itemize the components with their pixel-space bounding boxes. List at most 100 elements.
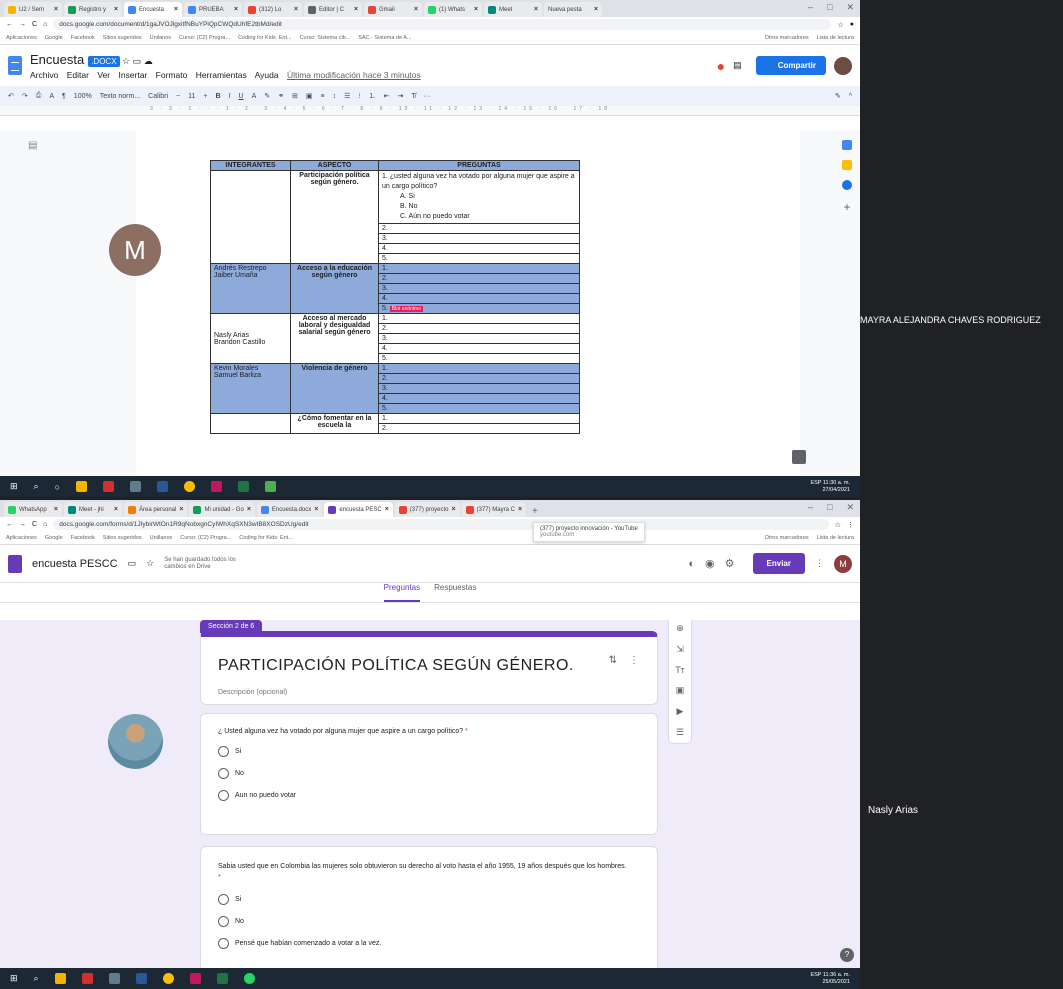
- bookmark-item[interactable]: Aplicaciones: [6, 535, 37, 541]
- file-explorer-icon[interactable]: [54, 973, 66, 984]
- minimize-icon[interactable]: –: [808, 502, 813, 513]
- close-icon[interactable]: ×: [414, 6, 418, 13]
- more-icon[interactable]: ···: [424, 93, 431, 100]
- italic-icon[interactable]: I: [229, 93, 231, 100]
- star-icon[interactable]: ☆: [835, 521, 841, 529]
- document-page[interactable]: INTEGRANTES ASPECTO PREGUNTAS Participac…: [136, 130, 800, 476]
- question-cell[interactable]: 2.: [378, 323, 580, 334]
- add-section-icon[interactable]: ☰: [676, 727, 684, 738]
- avatar[interactable]: [834, 56, 852, 75]
- bookmark-item[interactable]: Curso: (C2) Progra...: [179, 35, 230, 41]
- comments-icon[interactable]: ▤: [733, 60, 742, 71]
- top-tab[interactable]: Nueva pesta ×: [544, 2, 602, 17]
- menu-editar[interactable]: Editar: [67, 70, 89, 80]
- palette-icon[interactable]: ◐: [688, 558, 695, 570]
- bookmark-item[interactable]: Curso: Sistema cib...: [300, 35, 351, 41]
- question-cell[interactable]: 5.: [378, 403, 580, 414]
- top-tab-active[interactable]: Encuesta ×: [124, 2, 182, 17]
- indent-icon[interactable]: ⇤: [384, 92, 390, 100]
- radio-icon[interactable]: [218, 938, 229, 949]
- radio-option[interactable]: Aun no puedo votar: [218, 790, 640, 801]
- question-cell[interactable]: 2.: [378, 373, 580, 384]
- search-icon[interactable]: ⌕: [34, 481, 39, 492]
- close-icon[interactable]: ×: [385, 506, 389, 513]
- question-cell[interactable]: 3.: [378, 233, 580, 244]
- bookmark-item[interactable]: Google: [45, 535, 63, 541]
- question-cell[interactable]: 1.: [378, 263, 580, 274]
- collapse-icon[interactable]: ^: [849, 93, 852, 100]
- new-tab-icon[interactable]: +: [528, 506, 542, 517]
- preview-icon[interactable]: ◉: [705, 557, 715, 570]
- radio-option[interactable]: Pensé que habían comenzado a votar a la …: [218, 938, 627, 949]
- menu-ayuda[interactable]: Ayuda: [255, 70, 279, 80]
- members-cell[interactable]: Kevin Morales Samuel Barliza: [210, 363, 291, 414]
- comment-icon[interactable]: ⊞: [292, 92, 298, 100]
- bookmark-item[interactable]: Coding for Kids: Ent...: [239, 535, 293, 541]
- send-button[interactable]: Enviar: [752, 553, 805, 574]
- star-icon[interactable]: ☆: [122, 56, 130, 66]
- folder-icon[interactable]: ▭: [133, 56, 142, 66]
- members-cell[interactable]: [210, 170, 291, 264]
- menu-herramientas[interactable]: Herramientas: [196, 70, 247, 80]
- question-cell[interactable]: 5.: [378, 353, 580, 364]
- menu-formato[interactable]: Formato: [156, 70, 188, 80]
- question-cell[interactable]: 1. ¿usted alguna vez ha votado por algun…: [378, 170, 580, 224]
- tab-preguntas[interactable]: Preguntas: [383, 583, 421, 602]
- undo-icon[interactable]: ↶: [8, 92, 14, 100]
- radio-icon[interactable]: [218, 894, 229, 905]
- aspect-cell[interactable]: Acceso a la educación según género: [290, 263, 379, 314]
- forward-icon[interactable]: →: [19, 521, 26, 528]
- meet-present-icon[interactable]: ●: [717, 58, 725, 74]
- close-icon[interactable]: ×: [354, 6, 358, 13]
- spellcheck-icon[interactable]: A: [49, 93, 54, 100]
- home-icon[interactable]: ⌂: [43, 21, 47, 28]
- top-url-bar[interactable]: docs.google.com/document/d/1gaJVOJlgxitf…: [53, 19, 832, 30]
- windows-start-icon[interactable]: ⊞: [10, 973, 18, 984]
- font-size-plus-icon[interactable]: +: [203, 93, 207, 100]
- bookmark-item[interactable]: SAC - Sistema de A...: [358, 35, 411, 41]
- question-card[interactable]: Sabia usted que en Colombia las mujeres …: [200, 846, 658, 968]
- question-cell[interactable]: 3.: [378, 283, 580, 294]
- tasks-icon[interactable]: [842, 180, 852, 190]
- search-icon[interactable]: ⌕: [34, 973, 39, 984]
- minimize-icon[interactable]: –: [808, 2, 813, 13]
- align-icon[interactable]: ≡: [320, 93, 324, 100]
- star-icon[interactable]: ☆: [837, 21, 843, 29]
- share-button[interactable]: 👤 Compartir: [755, 56, 826, 75]
- excel-icon[interactable]: [216, 973, 228, 984]
- add-addon-icon[interactable]: +: [843, 200, 850, 214]
- bookmark-item[interactable]: Facebook: [71, 35, 95, 41]
- app-icon[interactable]: [265, 481, 277, 492]
- radio-option[interactable]: No: [218, 768, 640, 779]
- avatar[interactable]: M: [834, 554, 852, 573]
- close-icon[interactable]: ×: [174, 6, 178, 13]
- edit-mode-icon[interactable]: ✎: [835, 92, 841, 100]
- members-cell[interactable]: Andrés Restrepo Jaiber Umaña: [210, 263, 291, 314]
- star-icon[interactable]: ☆: [146, 558, 154, 569]
- maximize-icon[interactable]: □: [827, 2, 832, 13]
- close-icon[interactable]: ×: [294, 6, 298, 13]
- forward-icon[interactable]: →: [19, 21, 26, 28]
- back-icon[interactable]: ←: [6, 21, 13, 28]
- font-select[interactable]: Calibri: [148, 93, 168, 100]
- task-view-icon[interactable]: ○: [55, 482, 60, 492]
- question-cell[interactable]: 3.: [378, 333, 580, 344]
- extensions-icon[interactable]: ⋮: [847, 521, 854, 529]
- link-icon[interactable]: ⚭: [278, 92, 284, 100]
- last-edit-link[interactable]: Última modificación hace 3 minutos: [287, 70, 421, 80]
- reload-icon[interactable]: C: [32, 21, 37, 28]
- redo-icon[interactable]: ↷: [22, 92, 28, 100]
- paint-format-icon[interactable]: ¶: [62, 93, 66, 100]
- line-spacing-icon[interactable]: ↕: [333, 93, 337, 100]
- bottom-tab[interactable]: Área personal ×: [124, 502, 188, 517]
- top-tab[interactable]: U2 / Sem ×: [4, 2, 62, 17]
- radio-icon[interactable]: [218, 790, 229, 801]
- bookmark-item[interactable]: Otros marcadores: [765, 535, 809, 541]
- bookmark-item[interactable]: Unillanos: [150, 535, 173, 541]
- radio-icon[interactable]: [218, 746, 229, 757]
- reload-icon[interactable]: C: [32, 521, 37, 528]
- close-icon[interactable]: ×: [474, 6, 478, 13]
- system-clock[interactable]: ESP 11:30 a. m. 27/04/2021: [810, 480, 850, 494]
- aspect-cell[interactable]: Acceso al mercado laboral y desigualdad …: [290, 313, 379, 364]
- system-clock[interactable]: ESP 11:36 a. m. 25/05/2021: [810, 972, 850, 986]
